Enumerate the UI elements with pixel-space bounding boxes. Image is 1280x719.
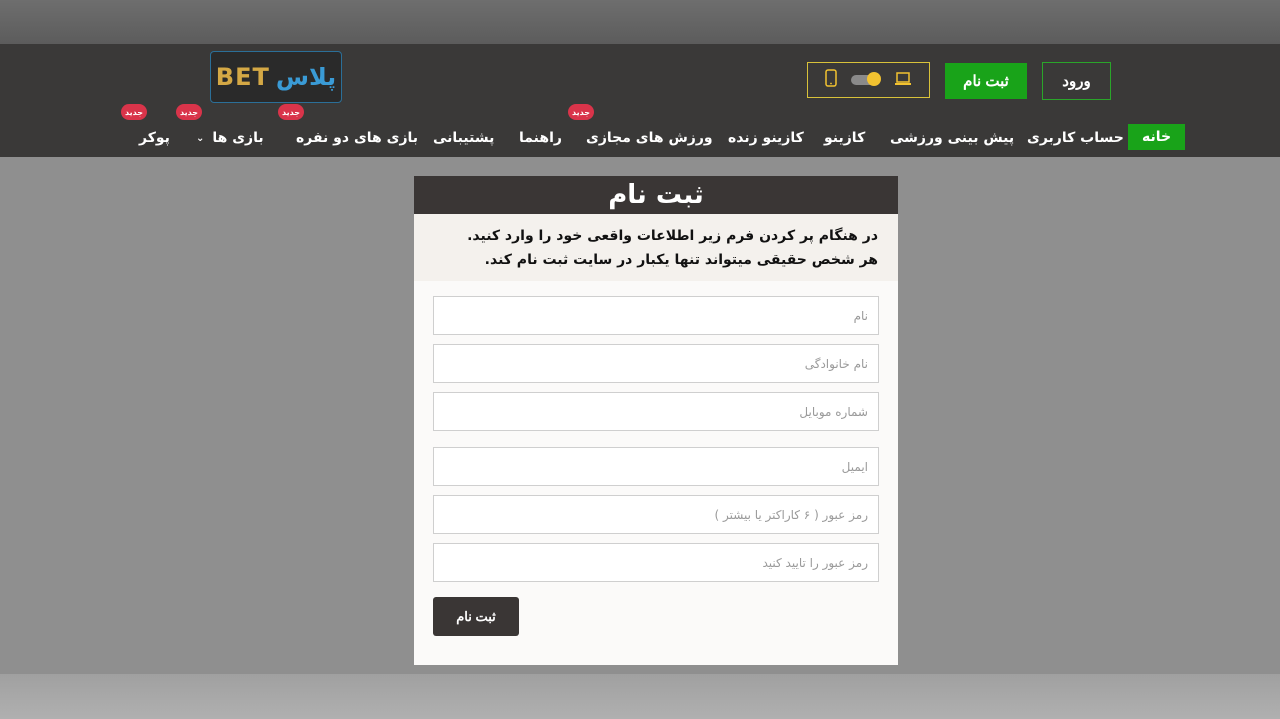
nav-item-label: ورزش های مجازی [586,130,713,146]
new-badge: جدید [176,104,202,120]
nav-item-label: بازی ها [212,130,264,146]
new-badge: جدید [568,104,594,120]
nav-item-label: پوکر [139,130,170,146]
new-badge: جدید [121,104,147,120]
new-badge: جدید [278,104,304,120]
top-strip [0,0,1280,44]
logo-persian: پلاس [275,63,337,91]
nav-item-label: پیش بینی ورزشی [890,130,1015,146]
nav-item-sports-betting[interactable]: پیش بینی ورزشی [890,124,1014,152]
view-switch[interactable] [851,72,882,86]
bottom-band [0,674,1280,719]
chevron-down-icon: ⌄ [196,132,205,144]
nav-item-poker[interactable]: جدید پوکر [121,104,170,152]
nav-item-label: بازی های دو نفره [296,130,419,146]
password-input[interactable] [433,495,879,534]
nav-item-label: راهنما [519,130,562,146]
nav-item-games[interactable]: جدید ⌄ بازی ها [176,104,264,152]
nav-item-support[interactable]: پشتیبانی [433,124,494,152]
nav-item-guide[interactable]: راهنما [519,124,562,152]
last-name-input[interactable] [433,344,879,383]
mobile-icon[interactable] [825,69,837,91]
email-input[interactable] [433,447,879,486]
nav-item-two-player-games[interactable]: جدید بازی های دو نفره [278,104,419,152]
device-view-toggle[interactable] [807,62,930,98]
intro-line-1: در هنگام پر کردن فرم زیر اطلاعات واقعی خ… [467,228,878,244]
register-title: ثبت نام [414,176,898,214]
header-register-button[interactable]: ثبت نام [945,63,1027,99]
site-header: BET پلاس ثبت نام ورود خانه حساب کاربری پ… [0,44,1280,157]
logo-latin: BET [215,63,270,91]
register-intro: در هنگام پر کردن فرم زیر اطلاعات واقعی خ… [414,214,898,281]
nav-item-label: خانه [1142,129,1172,145]
nav-item-live-casino[interactable]: کازینو زنده [728,124,804,152]
register-card: ثبت نام در هنگام پر کردن فرم زیر اطلاعات… [414,176,898,665]
header-login-button[interactable]: ورود [1042,62,1111,100]
first-name-input[interactable] [433,296,879,335]
nav-item-label: کازینو [824,130,866,146]
site-logo[interactable]: BET پلاس [210,51,342,103]
switch-knob [867,72,882,86]
nav-item-home[interactable]: خانه [1128,124,1186,150]
nav-item-account[interactable]: حساب کاربری [1027,124,1124,152]
register-submit-button[interactable]: ثبت نام [433,597,519,636]
password-confirm-input[interactable] [433,543,879,582]
main-nav: خانه حساب کاربری پیش بینی ورزشی کازینو ک… [0,104,1280,154]
desktop-icon[interactable] [894,71,912,90]
intro-line-2: هر شخص حقیقی میتواند تنها یکبار در سایت … [484,252,878,268]
nav-item-virtual-sports[interactable]: جدید ورزش های مجازی [568,104,713,152]
nav-item-label: پشتیبانی [433,130,495,146]
mobile-input[interactable] [433,392,879,431]
nav-item-label: کازینو زنده [728,130,804,146]
nav-item-casino[interactable]: کازینو [824,124,865,152]
nav-item-label: حساب کاربری [1027,130,1124,146]
